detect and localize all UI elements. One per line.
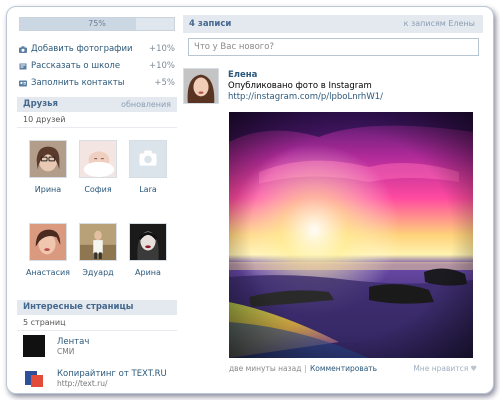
post-photo[interactable] <box>229 112 473 358</box>
page-subtitle: http://text.ru/ <box>57 379 108 388</box>
page-name: Копирайтинг от TEXT.RU <box>57 369 167 379</box>
camera-placeholder-icon <box>129 140 167 178</box>
camera-icon <box>19 46 27 53</box>
profile-tasks: Добавить фотографии +10% Рассказать о шк… <box>17 41 177 92</box>
friend-photo <box>29 140 67 178</box>
friend-lara[interactable]: Lara <box>123 140 173 194</box>
progress-label: 75% <box>88 19 106 28</box>
post-meta: две минуты назад | Комментировать <box>229 364 377 373</box>
heart-icon: ♥ <box>470 364 477 373</box>
page-name: Лентач <box>57 337 90 347</box>
task-about-school[interactable]: Рассказать о школе +10% <box>17 58 177 75</box>
task-label: Заполнить контакты <box>31 78 125 88</box>
friend-name: София <box>84 185 112 194</box>
post-text: Опубликовано фото в Instagram <box>228 81 372 91</box>
page-item-lentach[interactable]: Лентач СМИ <box>17 331 177 363</box>
friends-title: Друзья <box>23 99 58 109</box>
friend-name: Ирина <box>34 185 62 194</box>
like-button[interactable]: Мне нравится ♥ <box>413 364 477 373</box>
friend-irina[interactable]: Ирина <box>23 140 73 194</box>
friends-count[interactable]: 10 друзей <box>17 112 177 128</box>
task-fill-contacts[interactable]: Заполнить контакты +5% <box>17 75 177 92</box>
post-author[interactable]: Елена <box>228 70 257 80</box>
friend-photo <box>29 223 67 261</box>
author-avatar[interactable] <box>183 68 219 104</box>
task-label: Рассказать о школе <box>31 61 121 71</box>
wall-post: Елена Опубликовано фото в Instagram http… <box>183 68 483 378</box>
task-add-photos[interactable]: Добавить фотографии +10% <box>17 41 177 58</box>
textru-logo <box>23 367 45 389</box>
wall-count[interactable]: 4 записи <box>189 19 231 29</box>
friend-sofia[interactable]: София <box>73 140 123 194</box>
pages-header[interactable]: Интересные страницы <box>17 300 177 315</box>
friend-eduard[interactable]: Эдуард <box>73 223 123 277</box>
meta-separator: | <box>304 364 307 373</box>
friend-arina[interactable]: Арина <box>123 223 173 277</box>
wall-compose-input[interactable]: Что у Вас нового? <box>188 38 479 56</box>
friend-name: Эдуард <box>82 268 114 277</box>
contacts-icon <box>19 80 27 87</box>
school-icon <box>19 63 27 70</box>
task-gain: +10% <box>148 61 175 71</box>
pages-title: Интересные страницы <box>23 302 134 312</box>
post-link[interactable]: http://instagram.com/p/lpboLnrhW1/ <box>228 92 383 102</box>
wall-header: 4 записи к записям Елены <box>183 15 483 33</box>
wall-column: 4 записи к записям Елены Что у Вас новог… <box>183 15 483 378</box>
profile-progress-bar[interactable]: 75% <box>19 17 175 31</box>
task-label: Добавить фотографии <box>31 44 133 54</box>
pages-block: Интересные страницы 5 страниц Лентач СМИ… <box>17 300 177 393</box>
friends-updates-link[interactable]: обновления <box>121 97 171 112</box>
post-time[interactable]: две минуты назад <box>229 364 301 373</box>
friend-name: Арина <box>135 268 161 277</box>
friend-photo <box>79 223 117 261</box>
friends-grid: Ирина София Lara Анастасия Эдуард Арина <box>17 128 177 300</box>
comment-button[interactable]: Комментировать <box>310 364 377 373</box>
task-gain: +10% <box>148 44 175 54</box>
friends-block: Друзья обновления 10 друзей Ирина София … <box>17 97 177 300</box>
lentach-logo <box>23 335 45 357</box>
task-gain: +5% <box>154 78 175 88</box>
left-column: 75% Добавить фотографии +10% Рассказать … <box>17 15 177 393</box>
friend-photo <box>129 223 167 261</box>
wall-filter-link[interactable]: к записям Елены <box>404 15 475 33</box>
page-item-textru[interactable]: Копирайтинг от TEXT.RU http://text.ru/ <box>17 363 177 393</box>
page-subtitle: СМИ <box>57 347 75 356</box>
pages-count[interactable]: 5 страниц <box>17 315 177 331</box>
friend-anastasia[interactable]: Анастасия <box>23 223 73 277</box>
friend-photo <box>79 140 117 178</box>
like-label: Мне нравится <box>413 364 469 373</box>
friends-header[interactable]: Друзья обновления <box>17 97 177 112</box>
vk-profile-window: 75% Добавить фотографии +10% Рассказать … <box>6 6 494 394</box>
friend-name: Lara <box>139 185 157 194</box>
friend-name: Анастасия <box>26 268 70 277</box>
